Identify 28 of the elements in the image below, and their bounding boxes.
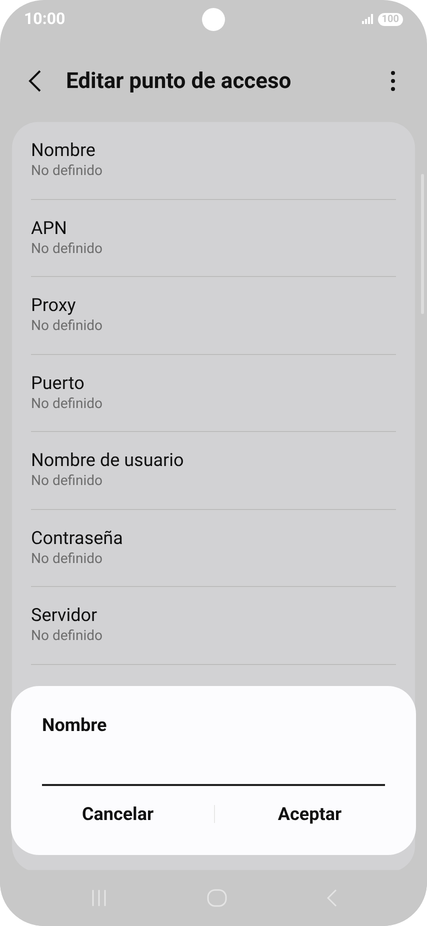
dialog-title: Nombre: [42, 714, 108, 738]
camera-icon: [202, 8, 225, 31]
setting-label: Contraseña: [31, 526, 124, 550]
signal-icon: [362, 14, 374, 24]
settings-item[interactable]: APN No definido: [31, 200, 396, 277]
setting-value: No definido: [31, 394, 104, 412]
setting-label: Puerto: [31, 372, 86, 394]
setting-value: No definido: [31, 240, 104, 258]
setting-label: Servidor: [31, 604, 98, 627]
dialog-button[interactable]: Cancelar: [22, 796, 214, 832]
dialog-button[interactable]: Aceptar: [214, 796, 405, 832]
setting-value: No definido: [31, 162, 104, 180]
more-options-button[interactable]: [389, 71, 397, 91]
setting-label: Nombre: [31, 139, 96, 162]
setting-label: Proxy: [31, 294, 77, 317]
page-title: Editar punto de acceso: [66, 68, 292, 96]
settings-item[interactable]: Contraseña No definido: [31, 510, 396, 587]
setting-value: No definido: [31, 317, 104, 335]
setting-value: No definido: [31, 472, 104, 490]
setting-label: Nombre de usuario: [31, 449, 185, 472]
settings-item[interactable]: Nombre No definido: [31, 122, 396, 200]
settings-item[interactable]: Proxy No definido: [31, 277, 396, 354]
setting-label: APN: [31, 216, 68, 240]
settings-item[interactable]: Nombre de usuario No definido: [31, 432, 396, 510]
settings-item[interactable]: Puerto No definido: [31, 354, 396, 432]
setting-value: No definido: [31, 627, 104, 645]
settings-item[interactable]: Servidor No definido: [31, 587, 396, 664]
setting-value: No definido: [31, 550, 104, 568]
